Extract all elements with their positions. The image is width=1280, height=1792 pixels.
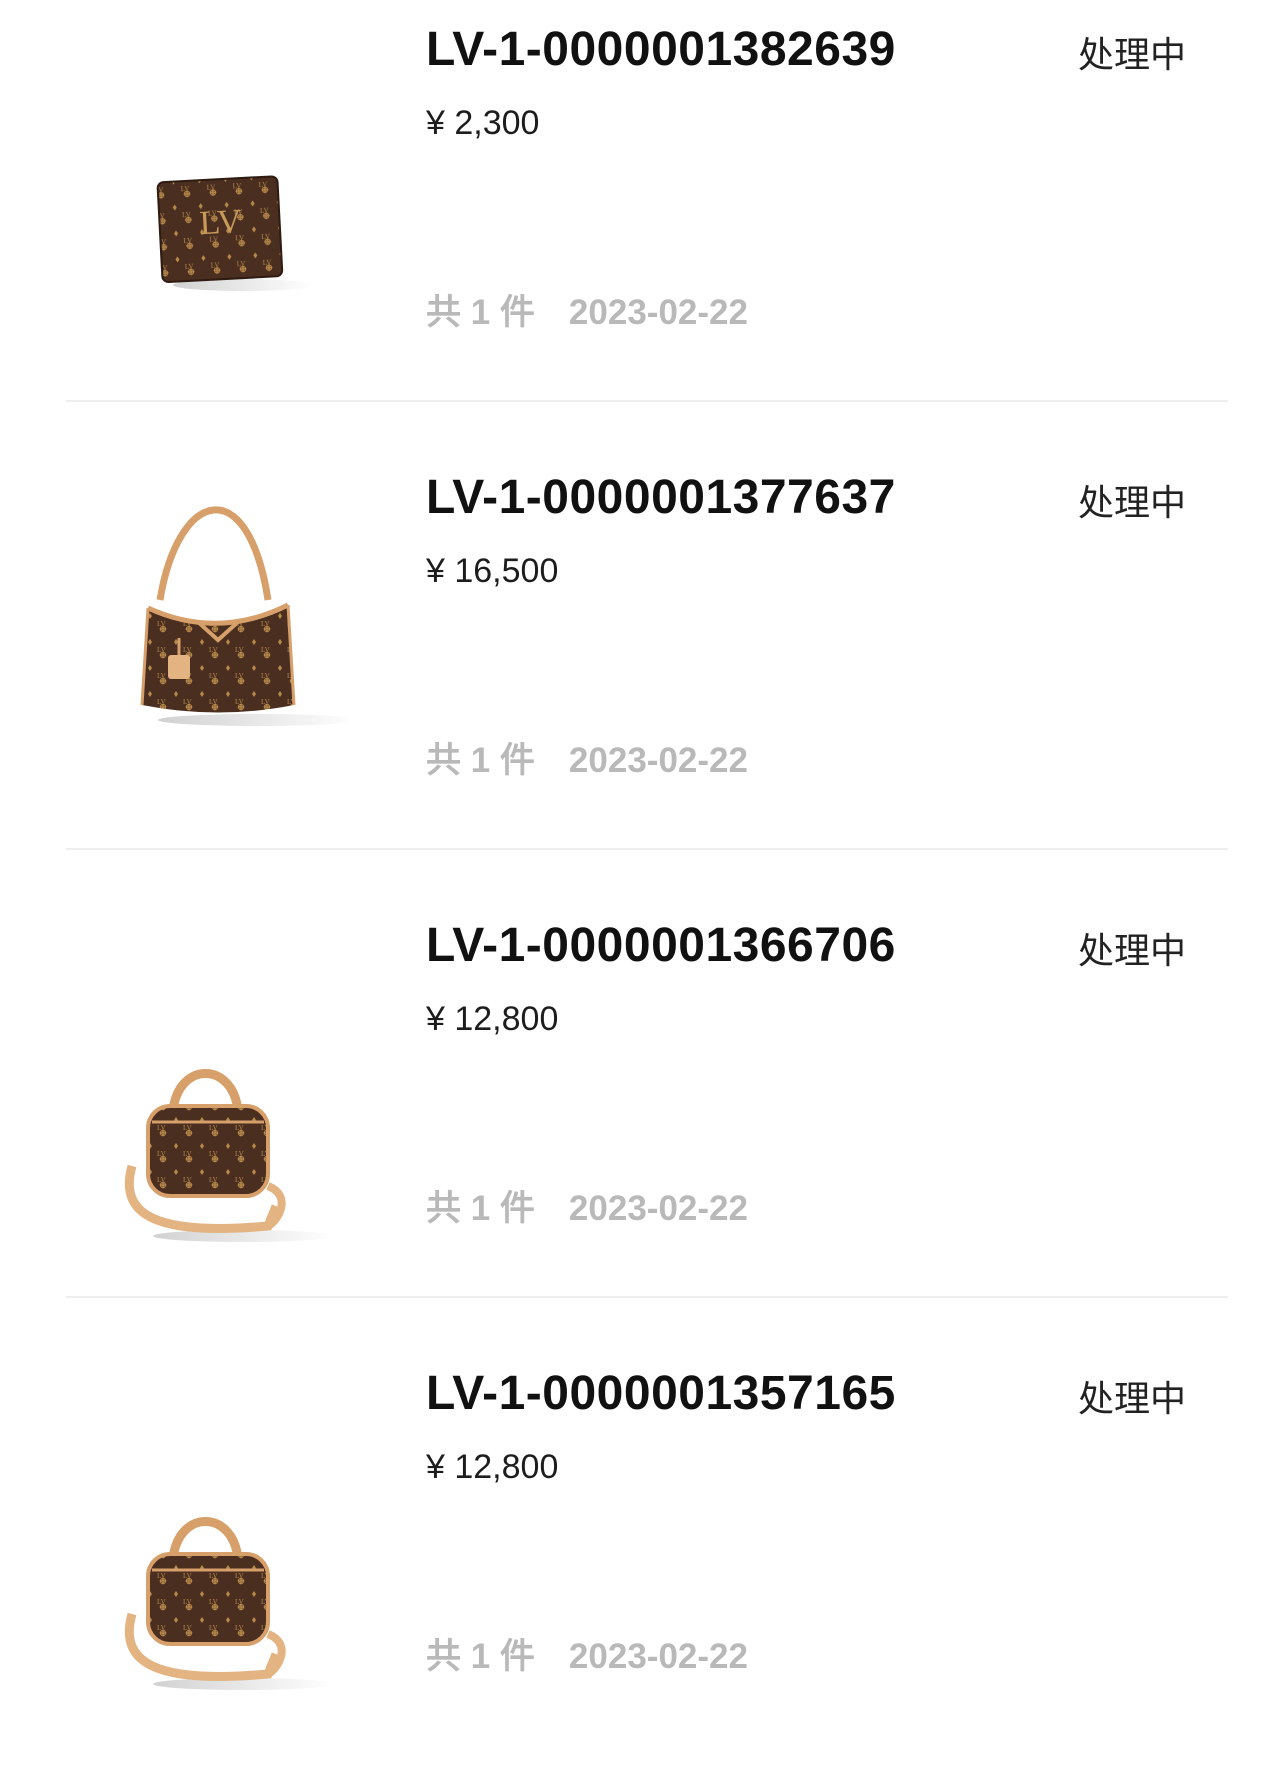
order-price: ¥ 16,500: [426, 552, 559, 590]
order-price: ¥ 12,800: [426, 1000, 559, 1038]
speedy-bag-icon: [118, 1036, 368, 1286]
order-item[interactable]: LV-1-0000001357165 ¥ 12,800 处理中 共 1 件 202…: [0, 1344, 1280, 1792]
order-price: ¥ 12,800: [426, 1448, 559, 1486]
speedy-bag-icon: [118, 1484, 368, 1734]
order-status: 处理中: [1078, 482, 1187, 523]
wallet-icon: LV: [118, 120, 368, 370]
order-number: LV-1-0000001366706: [426, 919, 896, 972]
order-meta: 共 1 件 2023-02-22: [426, 284, 748, 335]
svg-text:LV: LV: [199, 203, 244, 242]
divider: [66, 400, 1228, 402]
order-price: ¥ 2,300: [426, 104, 540, 142]
order-number: LV-1-0000001377637: [426, 471, 896, 524]
order-quantity: 共 1 件: [426, 741, 535, 780]
order-quantity: 共 1 件: [426, 293, 535, 332]
hobo-bag-icon: [118, 480, 368, 730]
order-status: 处理中: [1078, 34, 1187, 75]
order-item[interactable]: LV-1-0000001377637 ¥ 16,500 处理中 共 1 件 202…: [0, 448, 1280, 896]
order-meta: 共 1 件 2023-02-22: [426, 1628, 748, 1679]
order-status: 处理中: [1078, 930, 1187, 971]
order-quantity: 共 1 件: [426, 1189, 535, 1228]
order-date: 2023-02-22: [568, 741, 748, 780]
order-meta: 共 1 件 2023-02-22: [426, 1180, 748, 1231]
order-number: LV-1-0000001382639: [426, 23, 896, 76]
order-date: 2023-02-22: [568, 1637, 748, 1676]
order-item[interactable]: LV-1-0000001366706 ¥ 12,800 处理中 共 1 件 202…: [0, 896, 1280, 1344]
order-date: 2023-02-22: [568, 1189, 748, 1228]
order-meta: 共 1 件 2023-02-22: [426, 732, 748, 783]
order-date: 2023-02-22: [568, 293, 748, 332]
order-number: LV-1-0000001357165: [426, 1367, 896, 1420]
order-item[interactable]: LV LV-1-0000001382639 ¥ 2,300 处理中 共 1 件 2…: [0, 0, 1280, 448]
order-status: 处理中: [1078, 1378, 1187, 1419]
divider: [66, 1296, 1228, 1298]
order-quantity: 共 1 件: [426, 1637, 535, 1676]
divider: [66, 848, 1228, 850]
